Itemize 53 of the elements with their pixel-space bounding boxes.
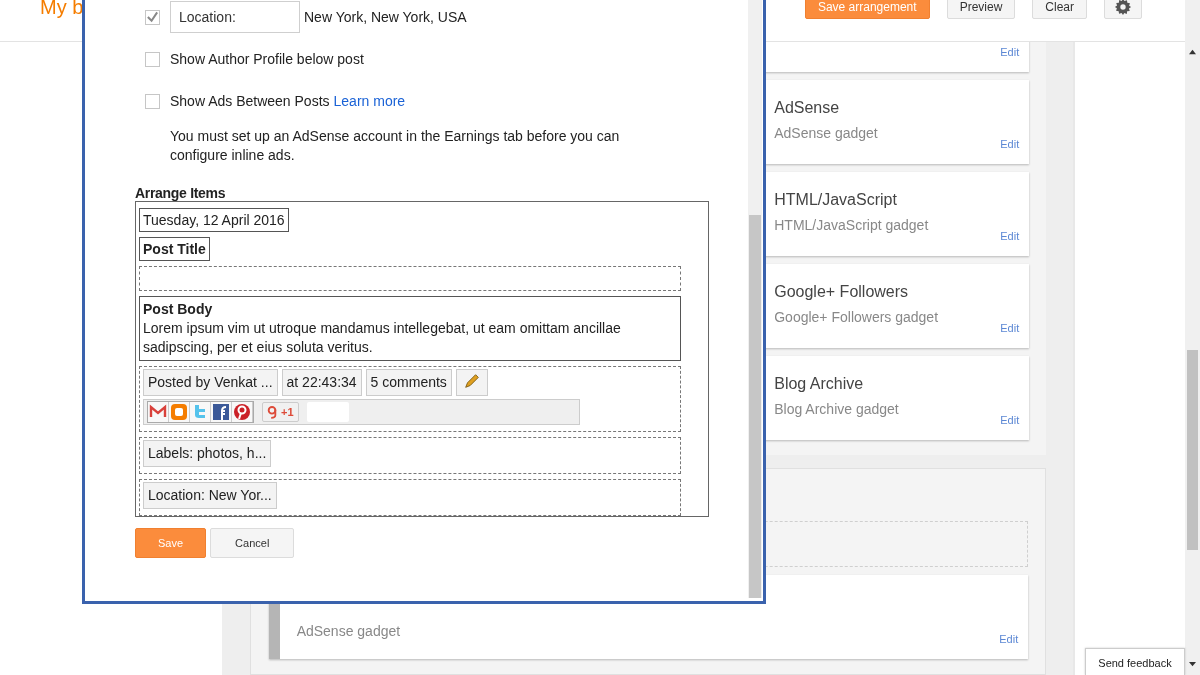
date-header-item[interactable]: Tuesday, 12 April 2016	[139, 208, 289, 232]
footer-item[interactable]: 5 comments	[365, 369, 452, 396]
pencil-icon	[462, 372, 481, 390]
edit-link[interactable]: Edit	[1000, 414, 1020, 426]
checkbox[interactable]	[145, 93, 160, 109]
adsense-note: You must set up an AdSense account in the Earnings tab before you can configure inline ads.	[170, 127, 621, 165]
location-value: New York, New York, USA	[304, 9, 467, 25]
edit-link[interactable]: Edit	[1000, 138, 1020, 150]
send-feedback-button[interactable]: Send feedback	[1085, 648, 1185, 675]
learn-more-link[interactable]: Learn more	[333, 93, 406, 109]
post-body-title: Post Body	[143, 300, 214, 319]
label-input-field[interactable]: Location:	[170, 1, 300, 33]
scrollbar-thumb[interactable]	[1187, 350, 1199, 550]
post-body-item[interactable]: Post Body Lorem ipsum vim ut utroque mandamus intellegebat, ut eam omittam ancillae sadipscing, per et eius soluta veritus.	[139, 296, 681, 361]
edit-link[interactable]: Edit	[1000, 46, 1020, 58]
footer-item[interactable]: at 22:43:34	[281, 369, 362, 396]
plus-one-button[interactable]: +1	[262, 402, 299, 422]
edit-link[interactable]: Edit	[1000, 230, 1020, 242]
checkbox[interactable]	[145, 51, 160, 67]
mail-icon[interactable]	[148, 402, 169, 422]
gadget-subtitle: Blog Archive gadget	[774, 401, 900, 417]
option-label: Show Author Profile below post	[170, 51, 364, 67]
section-heading: Arrange Items	[135, 185, 227, 201]
scroll-down-icon[interactable]	[1188, 661, 1197, 668]
post-body-text: Lorem ipsum vim ut utroque mandamus intellegebat, ut eam omittam ancillae sadipscing, per et eius soluta veritus.	[143, 319, 622, 357]
g-logo-icon	[267, 405, 277, 419]
dialog-button[interactable]: Cancel	[210, 528, 295, 558]
option-label: Show Ads Between Posts	[170, 93, 330, 109]
gadget-subtitle: HTML/JavaScript gadget	[774, 217, 930, 233]
post-title-item[interactable]: Post Title	[139, 237, 210, 261]
checkbox[interactable]	[145, 9, 160, 25]
scroll-up-icon[interactable]	[1188, 48, 1198, 55]
pin-icon[interactable]	[232, 402, 253, 422]
scrollbar-thumb[interactable]	[749, 215, 761, 598]
settings-icon	[1114, 0, 1132, 16]
gadget-subtitle: Google+ Followers gadget	[774, 309, 940, 325]
gadget-title: Blog Archive	[774, 375, 865, 394]
labels-item[interactable]: Labels: photos, h...	[143, 440, 272, 467]
header-button[interactable]: Preview	[946, 0, 1016, 19]
scrollbar[interactable]	[1185, 0, 1200, 675]
scrollbar[interactable]	[748, 0, 762, 598]
share-square-icon[interactable]	[211, 402, 232, 422]
footer-item[interactable]: Posted by Venkat ...	[143, 369, 278, 396]
edit-item[interactable]	[455, 369, 488, 396]
edit-link[interactable]: Edit	[999, 633, 1019, 645]
gadget-title: AdSense	[774, 99, 841, 118]
edit-link[interactable]: Edit	[1000, 322, 1020, 334]
header-button[interactable]: Clear	[1032, 0, 1087, 19]
gadget-title: Google+ Followers	[774, 283, 910, 302]
gadget-title: HTML/JavaScript	[774, 191, 898, 210]
location-item[interactable]: Location: New Yor...	[143, 482, 277, 509]
blog-icon[interactable]	[169, 402, 190, 422]
gadget-subtitle: AdSense gadget	[774, 125, 879, 141]
